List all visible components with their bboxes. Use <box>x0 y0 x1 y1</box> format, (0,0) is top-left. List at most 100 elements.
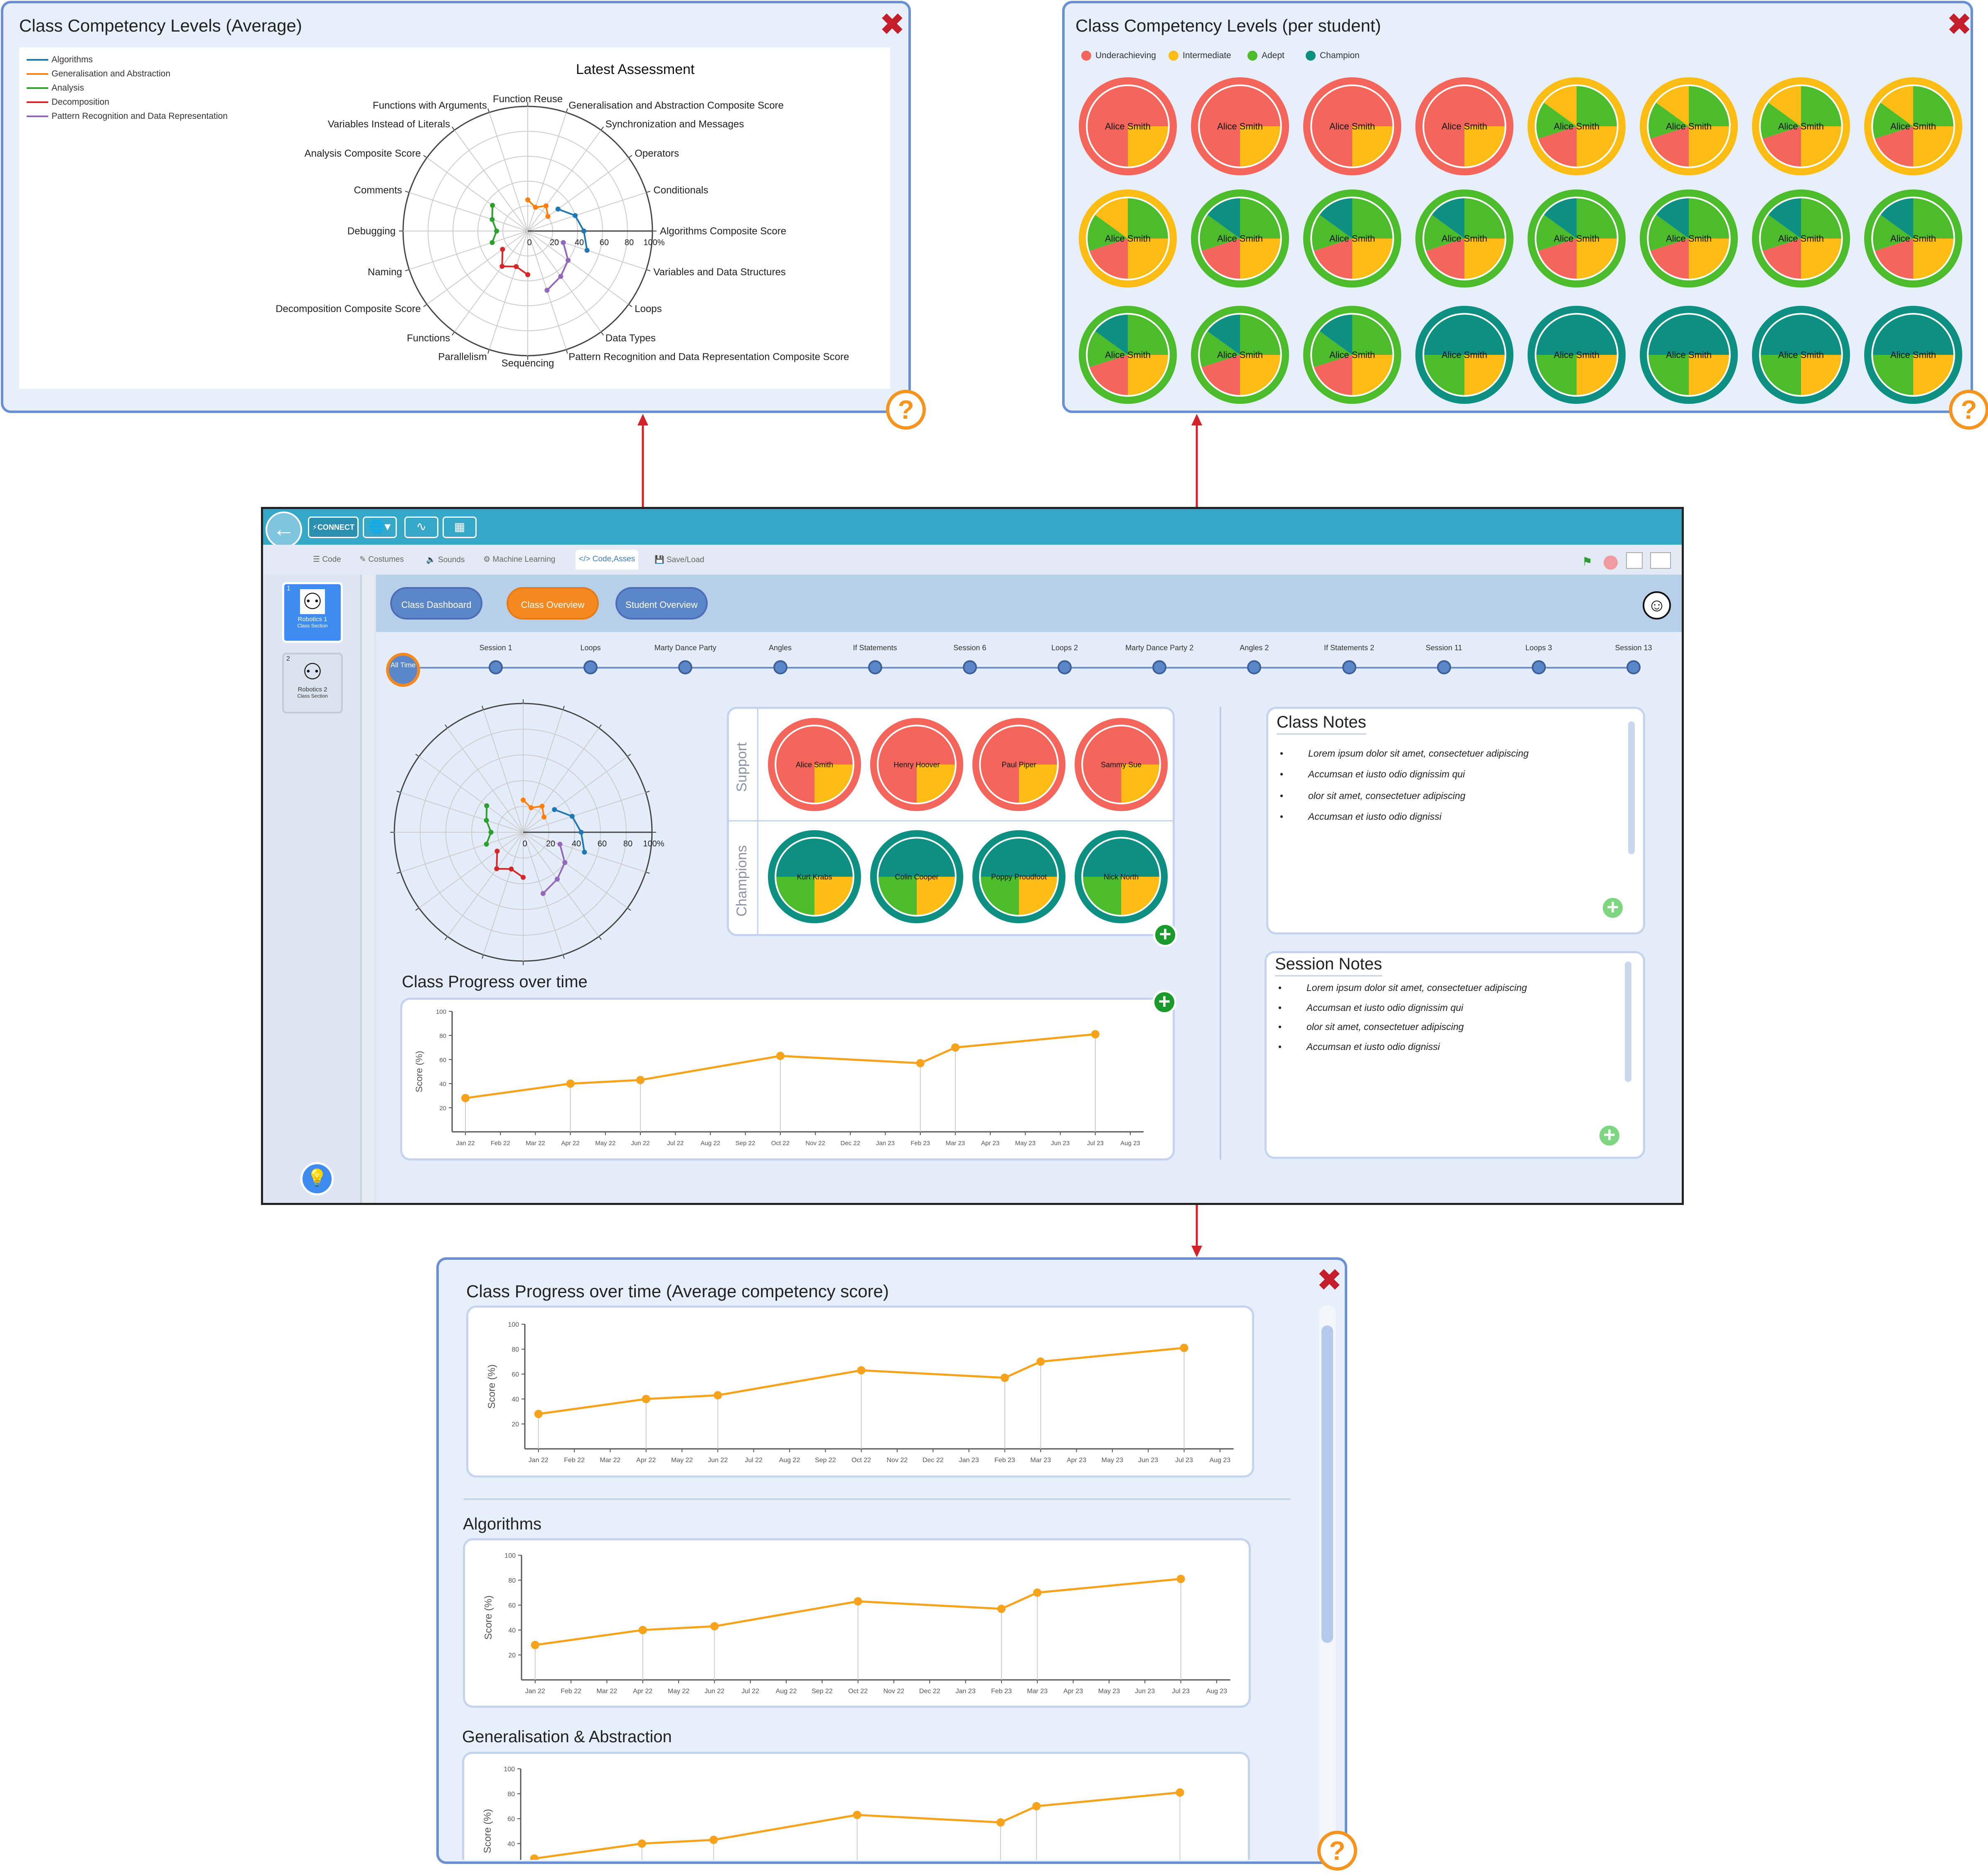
sidebar-item-robotics-1[interactable]: 1 ⚇ Robotics 1 Class Section <box>282 582 343 643</box>
timeline-node[interactable] <box>1342 660 1356 674</box>
radar-chart-small: 0 20 40 60 80 100% <box>390 699 664 965</box>
x-tick-label: Jan 22 <box>525 1688 545 1695</box>
all-time-node[interactable]: All Time <box>386 653 420 687</box>
student-overview-button[interactable]: Student Overview <box>615 587 708 620</box>
brackets-icon: </> <box>579 555 593 563</box>
x-tick-label: May 22 <box>671 1457 693 1464</box>
radar-spoke <box>447 832 524 937</box>
class-overview-button[interactable]: Class Overview <box>507 587 599 620</box>
back-button[interactable]: ← <box>266 511 302 548</box>
progress-popup: Class Progress over time (Average compet… <box>436 1257 1357 1871</box>
popup-scrollbar-track[interactable] <box>1319 1306 1336 1846</box>
connect-button[interactable]: ⚡CONNECT <box>308 516 359 538</box>
progress-point <box>1036 1357 1045 1366</box>
view-header: Class Dashboard Class Overview Student O… <box>376 575 1682 632</box>
dashboard-view-button[interactable]: ▦ <box>443 516 477 538</box>
notes-scrollbar[interactable] <box>1628 721 1635 854</box>
x-tick-label: Apr 23 <box>981 1140 999 1147</box>
class-progress-title: Class Progress over time <box>402 973 588 991</box>
session-timeline: All Time Session 1 Loops Marty Dance Party… <box>376 632 1682 687</box>
close-icon[interactable]: ✖ <box>1316 1265 1342 1296</box>
speaker-icon: 🔈 <box>426 556 438 564</box>
small-stage-icon[interactable] <box>1626 552 1643 569</box>
class-dashboard-button[interactable]: Class Dashboard <box>390 587 482 620</box>
timeline-node[interactable] <box>489 660 503 674</box>
radar-tick-label: 80 <box>623 839 632 848</box>
x-tick-label: Feb 23 <box>994 1457 1015 1464</box>
item-title: Robotics 1 <box>298 616 327 623</box>
sidebar-scrollbar[interactable] <box>362 575 374 1203</box>
x-tick-label: Jul 22 <box>745 1457 763 1464</box>
large-stage-icon[interactable] <box>1650 552 1671 569</box>
language-button[interactable]: 🌐▾ <box>363 516 397 538</box>
radar-spoke <box>418 832 524 909</box>
chart-view-button[interactable]: ∿ <box>404 516 438 538</box>
x-tick-label: Jun 22 <box>704 1688 724 1695</box>
timeline-node[interactable] <box>868 660 882 674</box>
progress-point <box>534 1410 543 1418</box>
x-tick-label: Jun 23 <box>1135 1688 1155 1695</box>
x-tick-label: May 23 <box>1015 1140 1036 1147</box>
x-tick-label: Jul 23 <box>1087 1140 1104 1147</box>
radar-series-line <box>542 844 566 894</box>
x-tick-label: Jun 23 <box>1051 1140 1070 1147</box>
stop-icon[interactable] <box>1604 556 1618 570</box>
radar-tick <box>445 936 448 940</box>
x-tick-label: Aug 23 <box>1120 1140 1140 1147</box>
pie-student-name: Nick North <box>1104 873 1139 881</box>
radar-tick <box>396 871 401 874</box>
progress-point <box>853 1811 861 1819</box>
popup-scrollbar-thumb[interactable] <box>1321 1325 1333 1643</box>
progress-point <box>776 1052 785 1060</box>
timeline-node[interactable] <box>962 660 977 674</box>
radar-point <box>484 803 490 809</box>
y-axis-label: Score (%) <box>483 1596 494 1640</box>
notes-scrollbar[interactable] <box>1625 961 1631 1082</box>
timeline-node[interactable] <box>1437 660 1451 674</box>
item-subtitle: Class Section <box>297 623 328 629</box>
timeline-node[interactable] <box>773 660 787 674</box>
item-number: 1 <box>287 585 290 592</box>
x-tick-label: Apr 22 <box>636 1457 656 1464</box>
add-class-note-button[interactable]: + <box>1601 896 1625 920</box>
progress-point <box>1176 1788 1184 1797</box>
tab-costumes[interactable]: ✎ Costumes <box>359 555 404 564</box>
pie-student-name: Paul Piper <box>1001 760 1036 769</box>
sidebar-item-robotics-2[interactable]: 2 ⚇ Robotics 2 Class Section <box>282 653 343 713</box>
timeline-node[interactable] <box>1247 660 1262 674</box>
timeline-label: Angles <box>768 644 792 652</box>
tab-save-load[interactable]: 💾 Save/Load <box>654 555 704 565</box>
timeline-node[interactable] <box>678 660 693 674</box>
radar-tick <box>645 791 650 793</box>
user-avatar-icon[interactable]: ☺ <box>1643 591 1671 620</box>
green-flag-icon[interactable]: ⚑ <box>1582 555 1592 568</box>
x-tick-label: Aug 23 <box>1209 1457 1230 1464</box>
radar-tick <box>598 936 602 940</box>
timeline-node[interactable] <box>1058 660 1072 674</box>
generalisation-title: Generalisation & Abstraction <box>462 1728 672 1746</box>
expand-groups-button[interactable]: + <box>1153 923 1177 947</box>
tab-machine-learning[interactable]: ⚙ Machine Learning <box>483 555 555 564</box>
x-tick-label: Nov 22 <box>805 1140 825 1147</box>
radar-tick-label: 100% <box>643 839 664 848</box>
add-session-note-button[interactable]: + <box>1597 1124 1621 1148</box>
timeline-node[interactable] <box>1626 660 1641 674</box>
radar-tick <box>598 724 602 728</box>
x-tick-label: Apr 23 <box>1067 1457 1086 1464</box>
timeline-node[interactable] <box>1531 660 1546 674</box>
help-icon[interactable]: ? <box>1317 1831 1357 1871</box>
progress-point <box>1032 1802 1041 1810</box>
tab-sounds[interactable]: 🔈 Sounds <box>426 555 465 565</box>
timeline-node[interactable] <box>1152 660 1167 674</box>
lightbulb-icon[interactable]: 💡 <box>300 1162 334 1195</box>
timeline-node[interactable] <box>583 660 598 674</box>
expand-progress-button[interactable]: + <box>1152 990 1176 1014</box>
tab-code-assess[interactable]: </> Code,Asses <box>576 550 639 570</box>
progress-point <box>854 1597 862 1606</box>
average-progress-chart: 20 40 60 80 100 Jan 22 Feb 22 Mar 22 Apr 22 May 2… <box>486 1321 1234 1464</box>
x-tick-label: Aug 22 <box>701 1140 721 1147</box>
radar-spoke <box>483 709 524 833</box>
tab-code[interactable]: ☰ Code <box>313 555 341 564</box>
radar-point <box>552 807 557 812</box>
class-notes-title: Class Notes <box>1277 713 1366 735</box>
